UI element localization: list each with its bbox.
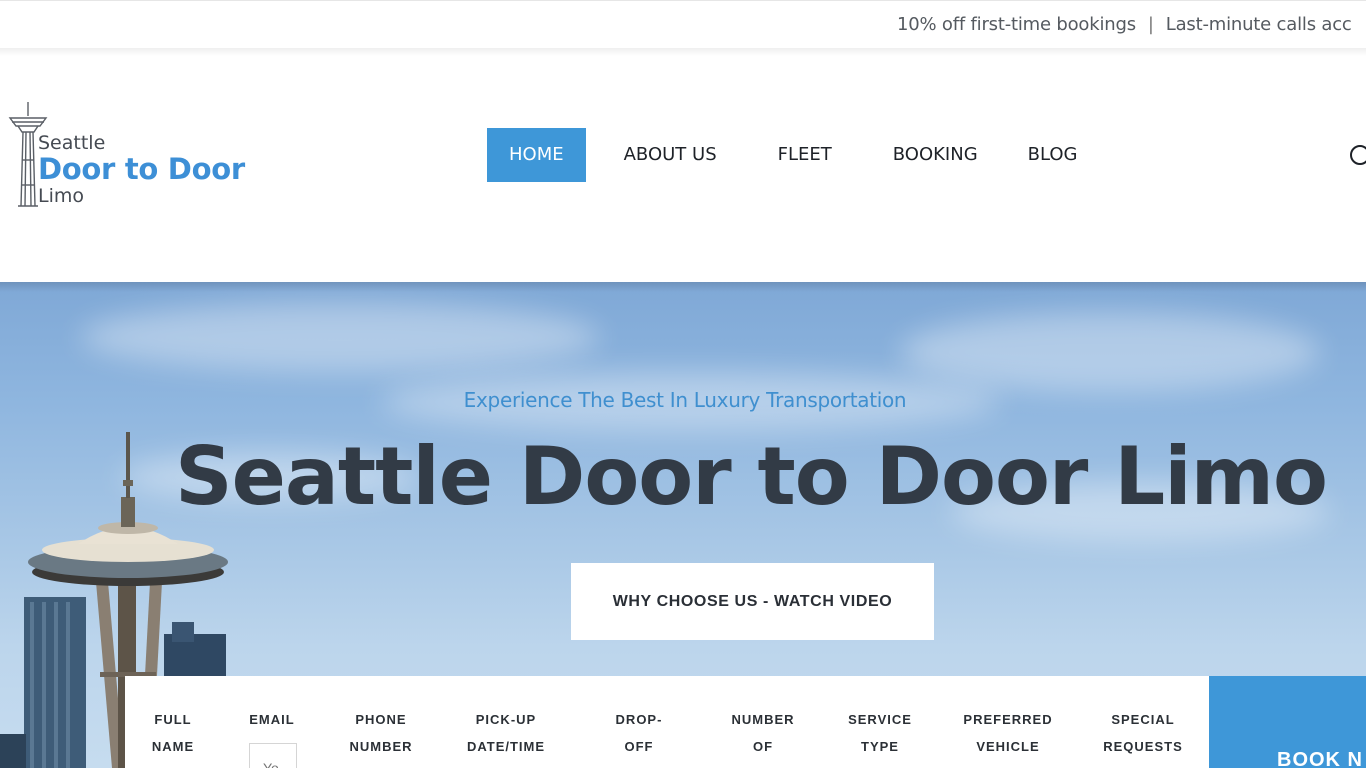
field-label-line: GUESTS [727,760,799,768]
field-label-line: PHONE [355,712,407,727]
field-full-name[interactable]: FULL NAME [147,706,199,760]
nav-fleet[interactable]: FLEET [778,128,832,182]
announcement-discount: 10% off first-time bookings [897,14,1136,35]
field-label-line: NUMBER [349,739,413,754]
field-email: EMAIL [247,706,297,733]
hero-title: Seattle Door to Door Limo [175,430,1328,523]
site-logo[interactable]: Seattle Door to Door Limo [6,100,276,212]
field-label-line: PREFERRED [963,712,1053,727]
field-preferred-vehicle[interactable]: PREFERRED VEHICLE [961,706,1055,760]
book-now-button[interactable]: BOOK N [1209,676,1366,768]
field-label-line: REQUESTS [1103,739,1183,754]
nav-blog[interactable]: BLOG [1028,128,1078,182]
field-label-line: DATE/TIME [466,739,546,754]
field-label-line: TYPE [861,739,899,754]
logo-brand: Door to Door [38,152,245,186]
field-number-of-guests[interactable]: NUMBER OF GUESTS [727,706,799,768]
hero-tagline: Experience The Best In Luxury Transporta… [463,388,907,412]
field-label-line: EMAIL [249,712,295,727]
nav-home[interactable]: HOME [487,128,586,182]
announcement-bar: 10% off first-time bookings | Last-minute … [0,0,1366,52]
booking-form: FULL NAME EMAIL PHONE NUMBER PICK-UP DAT… [125,676,1210,768]
field-dropoff-location[interactable]: DROP- OFF LOCATION [595,706,683,768]
hero-top-shadow [0,282,1366,292]
cloud [900,312,1320,392]
announcement-separator: | [1147,14,1154,35]
field-label-line: FULL [154,712,192,727]
main-nav: HOME ABOUT US FLEET BOOKING BLOG [487,128,1078,182]
field-label-line: VEHICLE [976,739,1040,754]
field-label-line: LOCATION [595,760,683,768]
logo-suffix: Limo [38,185,84,207]
field-special-requests[interactable]: SPECIAL REQUESTS [1101,706,1185,760]
field-label-line: SERVICE [848,712,912,727]
hero-section: Experience The Best In Luxury Transporta… [0,282,1366,768]
field-label-line: OF [752,739,774,754]
field-label-line: SPECIAL [1111,712,1175,727]
announcement-last-minute: Last-minute calls acc [1165,14,1352,35]
field-phone-number[interactable]: PHONE NUMBER [347,706,415,760]
field-label-line: DROP- [615,712,663,727]
watch-video-button[interactable]: WHY CHOOSE US - WATCH VIDEO [571,563,934,640]
field-label-line: PICK-UP [475,712,537,727]
field-label-line: OFF [624,739,654,754]
topbar-divider [0,48,1366,56]
field-label-line: NAME [151,739,195,754]
cloud [80,302,600,372]
logo-city: Seattle [38,132,106,154]
search-icon[interactable] [1348,143,1366,167]
nav-about-us[interactable]: ABOUT US [624,128,717,182]
field-service-type[interactable]: SERVICE TYPE [845,706,915,760]
nav-booking[interactable]: BOOKING [893,128,978,182]
field-label-line: NUMBER [731,712,795,727]
field-pickup-datetime[interactable]: PICK-UP DATE/TIME [463,706,549,760]
email-field[interactable] [249,743,297,768]
announcement-text: 10% off first-time bookings | Last-minute … [897,14,1352,35]
